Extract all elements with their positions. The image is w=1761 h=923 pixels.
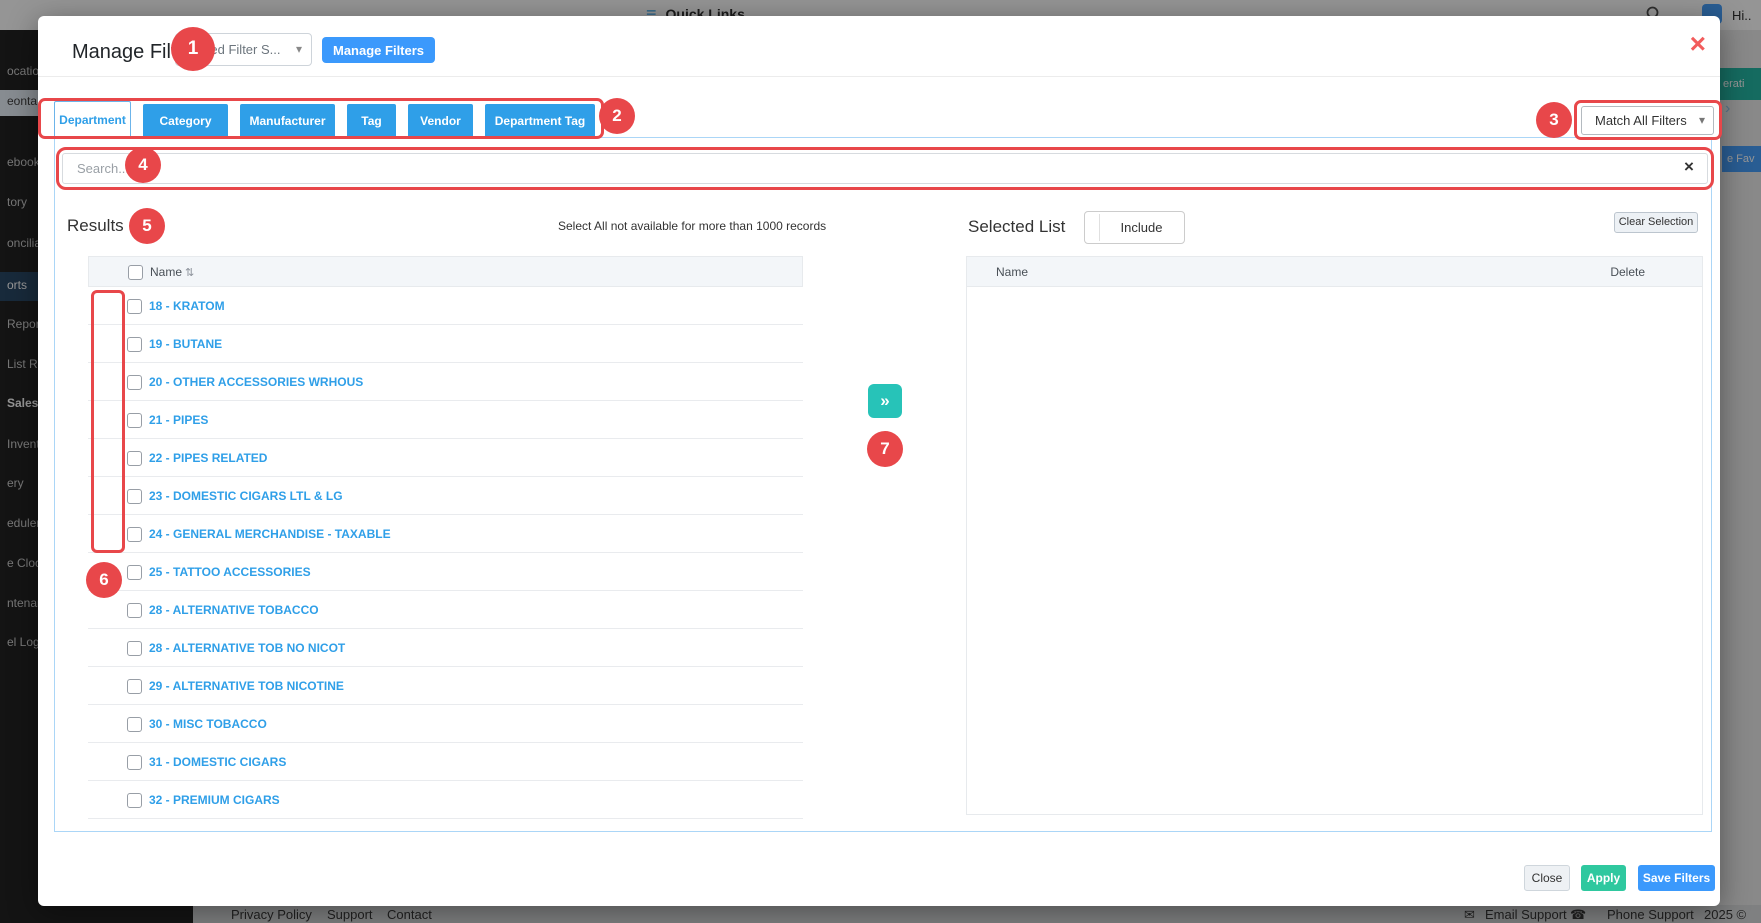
annotation-5: 5 <box>129 208 165 244</box>
move-to-selected-button[interactable]: » <box>868 384 902 418</box>
tab-department-tag[interactable]: Department Tag <box>485 104 595 138</box>
clear-search-icon[interactable]: × <box>1684 157 1694 177</box>
row-link[interactable]: 28 - ALTERNATIVE TOBACCO <box>149 603 319 617</box>
selected-table-header: Name Delete <box>966 256 1703 287</box>
double-chevron-right-icon: » <box>880 391 889 410</box>
tab-department[interactable]: Department <box>54 101 131 138</box>
annotation-4: 4 <box>125 147 161 183</box>
selected-list-heading: Selected List <box>968 217 1065 237</box>
table-row: 18 - KRATOM <box>88 287 803 325</box>
row-checkbox[interactable] <box>127 679 142 694</box>
table-row: 24 - GENERAL MERCHANDISE - TAXABLE <box>88 515 803 553</box>
match-filters-value: Match All Filters <box>1595 113 1687 128</box>
row-link[interactable]: 32 - PREMIUM CIGARS <box>149 793 280 807</box>
row-link[interactable]: 30 - MISC TOBACCO <box>149 717 267 731</box>
row-checkbox[interactable] <box>127 451 142 466</box>
tab-tag[interactable]: Tag <box>347 104 396 138</box>
row-link[interactable]: 19 - BUTANE <box>149 337 222 351</box>
row-link[interactable]: 21 - PIPES <box>149 413 208 427</box>
select-all-limit-note: Select All not available for more than 1… <box>558 219 826 233</box>
include-label: Include <box>1099 212 1184 243</box>
tab-manufacturer[interactable]: Manufacturer <box>240 104 335 138</box>
row-checkbox[interactable] <box>127 717 142 732</box>
row-checkbox[interactable] <box>127 489 142 504</box>
screen: ≡ Quick Links Hi.. ontrol Center ocation… <box>0 0 1761 923</box>
chevron-down-icon: ▾ <box>296 34 302 65</box>
selected-list-table: Name Delete <box>966 256 1703 287</box>
save-filters-button[interactable]: Save Filters <box>1638 865 1715 891</box>
manage-filters-modal: Manage Filters Saved Filter S... ▾ Manag… <box>38 16 1720 906</box>
close-icon[interactable]: × <box>1690 30 1706 58</box>
row-link[interactable]: 18 - KRATOM <box>149 299 225 313</box>
table-row: 32 - PREMIUM CIGARS <box>88 781 803 819</box>
table-row: 30 - MISC TOBACCO <box>88 705 803 743</box>
annotation-3: 3 <box>1536 102 1572 138</box>
annotation-7: 7 <box>867 431 903 467</box>
results-table-header: Name⇅ <box>88 256 803 287</box>
match-filters-dropdown[interactable]: Match All Filters ▾ <box>1581 106 1714 135</box>
table-row: 21 - PIPES <box>88 401 803 439</box>
row-link[interactable]: 29 - ALTERNATIVE TOB NICOTINE <box>149 679 344 693</box>
annotation-1: 1 <box>171 27 215 71</box>
row-link[interactable]: 24 - GENERAL MERCHANDISE - TAXABLE <box>149 527 391 541</box>
row-checkbox[interactable] <box>127 603 142 618</box>
results-name-header[interactable]: Name⇅ <box>150 265 194 279</box>
row-checkbox[interactable] <box>127 793 142 808</box>
sort-icon: ⇅ <box>185 267 194 279</box>
table-row: 19 - BUTANE <box>88 325 803 363</box>
annotation-2: 2 <box>599 98 635 134</box>
selected-name-header: Name <box>996 265 1028 279</box>
row-link[interactable]: 28 - ALTERNATIVE TOB NO NICOT <box>149 641 345 655</box>
table-row: 31 - DOMESTIC CIGARS <box>88 743 803 781</box>
manage-filters-button[interactable]: Manage Filters <box>322 37 435 63</box>
row-checkbox[interactable] <box>127 641 142 656</box>
chevron-down-icon: ▾ <box>1699 107 1705 134</box>
table-row: 28 - ALTERNATIVE TOB NO NICOT <box>88 629 803 667</box>
tab-vendor[interactable]: Vendor <box>408 104 473 138</box>
row-link[interactable]: 23 - DOMESTIC CIGARS LTL & LG <box>149 489 343 503</box>
row-link[interactable]: 31 - DOMESTIC CIGARS <box>149 755 286 769</box>
table-row: 28 - ALTERNATIVE TOBACCO <box>88 591 803 629</box>
selected-delete-header: Delete <box>1610 265 1645 279</box>
search-input[interactable] <box>62 153 1708 184</box>
table-row: 29 - ALTERNATIVE TOB NICOTINE <box>88 667 803 705</box>
select-all-checkbox[interactable] <box>128 265 143 280</box>
row-checkbox[interactable] <box>127 527 142 542</box>
row-link[interactable]: 22 - PIPES RELATED <box>149 451 267 465</box>
table-row: 22 - PIPES RELATED <box>88 439 803 477</box>
row-checkbox[interactable] <box>127 413 142 428</box>
table-row: 20 - OTHER ACCESSORIES WRHOUS <box>88 363 803 401</box>
row-checkbox[interactable] <box>127 299 142 314</box>
row-checkbox[interactable] <box>127 337 142 352</box>
results-heading: Results <box>67 216 124 236</box>
annotation-6: 6 <box>86 562 122 598</box>
row-link[interactable]: 20 - OTHER ACCESSORIES WRHOUS <box>149 375 363 389</box>
table-row: 23 - DOMESTIC CIGARS LTL & LG <box>88 477 803 515</box>
filter-type-tabs: Department Category Manufacturer Tag Ven… <box>54 101 595 138</box>
clear-selection-button[interactable]: Clear Selection <box>1614 212 1698 233</box>
table-row: 25 - TATTOO ACCESSORIES <box>88 553 803 591</box>
row-checkbox[interactable] <box>127 565 142 580</box>
selected-table-body <box>966 287 1703 815</box>
close-button[interactable]: Close <box>1524 865 1570 891</box>
modal-header: Manage Filters Saved Filter S... ▾ Manag… <box>38 16 1720 77</box>
results-table: Name⇅ 18 - KRATOM 19 - BUTANE 20 - OTHER… <box>88 256 803 287</box>
include-toggle-button[interactable]: Include <box>1084 211 1185 244</box>
row-checkbox[interactable] <box>127 375 142 390</box>
row-checkbox[interactable] <box>127 755 142 770</box>
apply-button[interactable]: Apply <box>1581 865 1626 891</box>
row-link[interactable]: 25 - TATTOO ACCESSORIES <box>149 565 311 579</box>
tab-category[interactable]: Category <box>143 104 228 138</box>
